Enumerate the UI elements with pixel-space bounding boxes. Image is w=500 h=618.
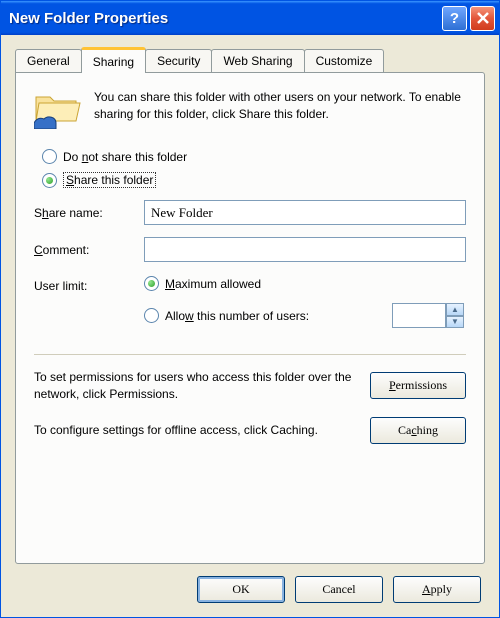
tab-strip: General Sharing Security Web Sharing Cus… — [15, 47, 485, 72]
intro-text: You can share this folder with other use… — [94, 89, 466, 129]
user-limit-label: User limit: — [34, 276, 144, 340]
share-name-label: Share name: — [34, 206, 144, 220]
comment-input[interactable] — [144, 237, 466, 262]
caching-row: To configure settings for offline access… — [34, 417, 466, 444]
radio-icon — [42, 149, 57, 164]
ok-button[interactable]: OK — [197, 576, 285, 603]
caching-text: To configure settings for offline access… — [34, 422, 360, 439]
tab-customize[interactable]: Customize — [304, 49, 385, 72]
user-limit-options: Maximum allowed Allow this number of use… — [144, 276, 466, 340]
separator — [34, 354, 466, 355]
comment-label: Comment: — [34, 243, 144, 257]
dialog-footer: OK Cancel Apply — [15, 564, 485, 603]
radio-label: Maximum allowed — [165, 277, 261, 291]
help-button[interactable]: ? — [442, 6, 467, 31]
radio-label: Do not share this folder — [63, 150, 187, 164]
tab-general[interactable]: General — [15, 49, 82, 72]
close-button[interactable] — [470, 6, 495, 31]
apply-button[interactable]: Apply — [393, 576, 481, 603]
user-count-spinner: ▲ ▼ — [392, 303, 464, 328]
properties-dialog: New Folder Properties ? General Sharing … — [0, 0, 500, 618]
permissions-text: To set permissions for users who access … — [34, 369, 360, 403]
close-icon — [476, 11, 490, 25]
intro-row: You can share this folder with other use… — [34, 89, 466, 129]
radio-icon — [42, 173, 57, 188]
radio-label: Share this folder — [63, 172, 156, 188]
tab-websharing[interactable]: Web Sharing — [211, 49, 304, 72]
tab-panel-sharing: You can share this folder with other use… — [15, 72, 485, 564]
spin-up-button[interactable]: ▲ — [446, 303, 464, 316]
radio-do-not-share[interactable]: Do not share this folder — [34, 149, 466, 164]
share-name-row: Share name: — [34, 200, 466, 225]
spin-down-button[interactable]: ▼ — [446, 316, 464, 329]
cancel-button[interactable]: Cancel — [295, 576, 383, 603]
radio-max-allowed[interactable]: Maximum allowed — [144, 276, 466, 291]
comment-row: Comment: — [34, 237, 466, 262]
radio-icon — [144, 308, 159, 323]
titlebar[interactable]: New Folder Properties ? — [1, 1, 499, 35]
caching-button[interactable]: Caching — [370, 417, 466, 444]
window-title: New Folder Properties — [9, 10, 439, 27]
radio-label: Allow this number of users: — [165, 309, 309, 323]
radio-allow-number[interactable]: Allow this number of users: ▲ ▼ — [144, 303, 466, 328]
share-name-input[interactable] — [144, 200, 466, 225]
radio-share[interactable]: Share this folder — [34, 172, 466, 188]
content-area: General Sharing Security Web Sharing Cus… — [1, 35, 499, 617]
user-count-input[interactable] — [392, 303, 446, 328]
permissions-button[interactable]: Permissions — [370, 372, 466, 399]
shared-folder-icon — [34, 89, 82, 129]
tab-security[interactable]: Security — [145, 49, 212, 72]
help-icon: ? — [450, 10, 459, 27]
tab-sharing[interactable]: Sharing — [81, 47, 146, 73]
permissions-row: To set permissions for users who access … — [34, 369, 466, 403]
radio-icon — [144, 276, 159, 291]
user-limit-section: User limit: Maximum allowed Allow this n… — [34, 276, 466, 340]
